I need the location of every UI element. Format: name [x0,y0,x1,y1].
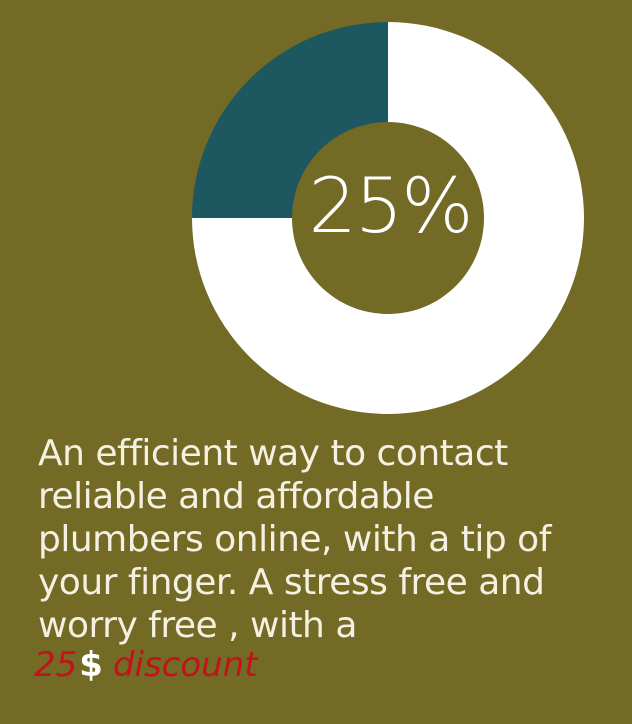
percentage-label: 25% [308,160,474,250]
discount-word: discount [112,645,258,685]
discount-callout: 25$ discount [34,645,258,685]
description-text: An efficient way to contact reliable and… [38,433,551,646]
dollar-symbol: $ [79,645,103,685]
discount-number: 25 [34,645,78,685]
donut-chart: 25% [0,0,632,430]
